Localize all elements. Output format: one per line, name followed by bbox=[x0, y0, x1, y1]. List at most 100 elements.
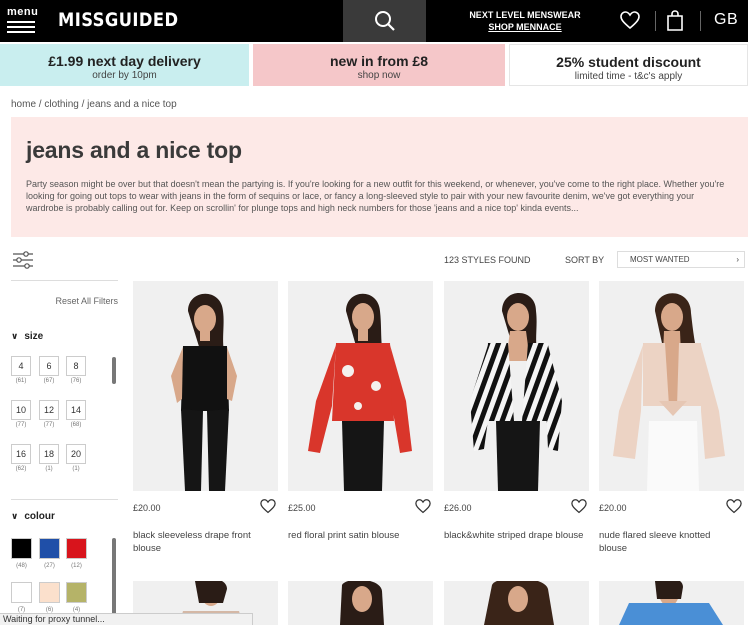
size-label: 10 bbox=[11, 400, 31, 420]
product-name[interactable]: black&white striped drape blouse bbox=[444, 529, 584, 542]
model-silhouette bbox=[484, 581, 554, 625]
size-label: 6 bbox=[39, 356, 59, 376]
colour-filter-heading[interactable]: ∨ colour bbox=[11, 511, 55, 522]
sort-label: SORT BY bbox=[565, 255, 605, 265]
chevron-right-icon: › bbox=[736, 255, 739, 264]
header-divider bbox=[655, 11, 656, 31]
promo-line1: NEXT LEVEL MENSWEAR bbox=[469, 10, 581, 20]
product-image[interactable] bbox=[133, 281, 278, 491]
product-card[interactable]: £20.00 black sleeveless drape front blou… bbox=[133, 281, 278, 554]
new-in-banner[interactable]: new in from £8 shop now bbox=[253, 44, 505, 86]
size-heading-label: size bbox=[24, 331, 44, 342]
banner-title: £1.99 next day delivery bbox=[48, 53, 201, 69]
menu-button[interactable]: menu bbox=[7, 6, 39, 33]
product-card[interactable]: £20.00 nude flared sleeve knotted blouse bbox=[599, 281, 744, 554]
wishlist-heart-icon[interactable] bbox=[571, 499, 587, 514]
sort-dropdown[interactable]: MOST WANTED › bbox=[617, 251, 745, 268]
product-image[interactable] bbox=[599, 581, 744, 625]
size-option[interactable]: 8 (76) bbox=[66, 356, 86, 384]
size-filter-heading[interactable]: ∨ size bbox=[11, 331, 118, 342]
product-name[interactable]: nude flared sleeve knotted blouse bbox=[599, 529, 739, 555]
category-intro: jeans and a nice top Party season might … bbox=[11, 117, 748, 237]
colour-heading-label: colour bbox=[24, 511, 55, 522]
colour-count: (27) bbox=[44, 563, 55, 569]
wishlist-heart-icon[interactable] bbox=[620, 11, 640, 30]
product-image[interactable] bbox=[288, 281, 433, 491]
product-card[interactable]: £26.00 black&white striped drape blouse bbox=[444, 281, 589, 541]
size-count: (61) bbox=[15, 378, 27, 384]
header-divider bbox=[700, 11, 701, 31]
size-option[interactable]: 4 (61) bbox=[11, 356, 31, 384]
model-silhouette bbox=[619, 581, 723, 625]
breadcrumb-clothing[interactable]: clothing bbox=[44, 99, 78, 110]
breadcrumb: home / clothing / jeans and a nice top bbox=[11, 99, 177, 110]
size-label: 14 bbox=[66, 400, 86, 420]
colour-swatch-khaki[interactable] bbox=[66, 582, 87, 603]
size-option[interactable]: 20 (1) bbox=[66, 444, 86, 472]
breadcrumb-current[interactable]: jeans and a nice top bbox=[87, 99, 177, 110]
size-count: (68) bbox=[70, 422, 82, 428]
product-image[interactable] bbox=[444, 581, 589, 625]
product-price: £26.00 bbox=[444, 503, 472, 513]
colour-swatch-nude[interactable] bbox=[39, 582, 60, 603]
size-option[interactable]: 12 (77) bbox=[39, 400, 59, 428]
colour-scrollbar[interactable] bbox=[112, 538, 116, 618]
model-silhouette bbox=[171, 293, 237, 491]
size-count: (77) bbox=[15, 422, 27, 428]
site-logo[interactable]: MISSGUIDED bbox=[58, 9, 178, 31]
size-option[interactable]: 16 (62) bbox=[11, 444, 31, 472]
student-discount-banner[interactable]: 25% student discount limited time - t&c'… bbox=[509, 44, 748, 86]
wishlist-heart-icon[interactable] bbox=[726, 499, 742, 514]
chevron-down-icon: ∨ bbox=[11, 331, 19, 341]
size-option[interactable]: 10 (77) bbox=[11, 400, 31, 428]
size-label: 4 bbox=[11, 356, 31, 376]
colour-swatch-black[interactable] bbox=[11, 538, 32, 559]
product-price: £20.00 bbox=[133, 503, 161, 513]
size-option[interactable]: 6 (67) bbox=[39, 356, 59, 384]
colour-swatch-blue[interactable] bbox=[39, 538, 60, 559]
shopping-bag-icon[interactable] bbox=[666, 10, 684, 31]
filter-sliders-icon[interactable] bbox=[12, 251, 34, 269]
product-name[interactable]: red floral print satin blouse bbox=[288, 529, 428, 542]
size-label: 16 bbox=[11, 444, 31, 464]
size-label: 20 bbox=[66, 444, 86, 464]
breadcrumb-home[interactable]: home bbox=[11, 99, 36, 110]
browser-status-bar: Waiting for proxy tunnel... bbox=[0, 613, 253, 625]
product-name[interactable]: black sleeveless drape front blouse bbox=[133, 529, 273, 555]
size-count: (77) bbox=[43, 422, 55, 428]
model-silhouette bbox=[613, 293, 725, 491]
product-image[interactable] bbox=[599, 281, 744, 491]
reset-filters-link[interactable]: Reset All Filters bbox=[11, 296, 118, 306]
top-nav-bar: menu MISSGUIDED NEXT LEVEL MENSWEAR SHOP… bbox=[0, 0, 748, 42]
filter-sidebar: Reset All Filters ∨ size 4 (61) 6 (67) 8 (7… bbox=[11, 280, 118, 472]
banner-subtitle: order by 10pm bbox=[92, 70, 157, 81]
promo-link[interactable]: SHOP MENNACE bbox=[466, 21, 584, 33]
model-silhouette bbox=[308, 293, 412, 491]
size-option[interactable]: 18 (1) bbox=[39, 444, 59, 472]
size-option[interactable]: 14 (68) bbox=[66, 400, 86, 428]
wishlist-heart-icon[interactable] bbox=[260, 499, 276, 514]
delivery-banner[interactable]: £1.99 next day delivery order by 10pm bbox=[0, 44, 249, 86]
search-icon bbox=[374, 11, 395, 31]
category-description: Party season might be over but that does… bbox=[26, 179, 725, 213]
colour-swatch-red[interactable] bbox=[66, 538, 87, 559]
menswear-promo[interactable]: NEXT LEVEL MENSWEAR SHOP MENNACE bbox=[466, 9, 584, 33]
wishlist-heart-icon[interactable] bbox=[415, 499, 431, 514]
size-count: (1) bbox=[72, 466, 80, 472]
product-card[interactable]: £25.00 red floral print satin blouse bbox=[288, 281, 433, 541]
menu-label: menu bbox=[7, 6, 39, 18]
region-selector[interactable]: GB bbox=[714, 11, 738, 29]
size-count: (62) bbox=[15, 466, 27, 472]
product-image[interactable] bbox=[444, 281, 589, 491]
size-scrollbar[interactable] bbox=[112, 357, 116, 384]
product-price: £25.00 bbox=[288, 503, 316, 513]
size-count: (76) bbox=[70, 378, 82, 384]
divider bbox=[11, 499, 118, 500]
banner-title: 25% student discount bbox=[556, 54, 701, 70]
search-button[interactable] bbox=[343, 0, 426, 42]
colour-swatch-white[interactable] bbox=[11, 582, 32, 603]
product-image[interactable] bbox=[288, 581, 433, 625]
size-label: 18 bbox=[39, 444, 59, 464]
model-silhouette bbox=[470, 293, 562, 491]
size-count: (67) bbox=[43, 378, 55, 384]
